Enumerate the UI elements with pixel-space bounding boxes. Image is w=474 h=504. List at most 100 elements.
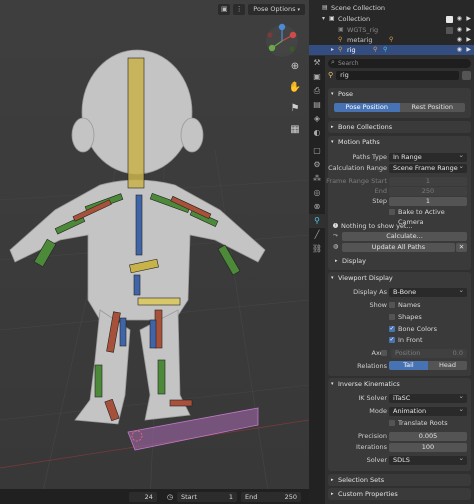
- right-column: ▤ Scene Collection ▾ ▣ Collection ◉ ▶ ▣ …: [309, 0, 474, 504]
- physics-tab-icon[interactable]: ◎: [309, 186, 325, 200]
- outliner-row-scene-collection[interactable]: ▤ Scene Collection: [309, 3, 474, 13]
- bone-constraint-tab-icon[interactable]: ⛓: [309, 242, 325, 256]
- output-tab-icon[interactable]: ⎙: [309, 84, 325, 98]
- constraints-tab-icon[interactable]: ⊗: [309, 200, 325, 214]
- end-frame-field[interactable]: End 250: [241, 491, 301, 502]
- outliner-row-metarig[interactable]: ⚲ metarig ⚲ ◉ ▶: [309, 35, 474, 45]
- scene-render: [0, 49, 309, 504]
- modifier-tab-icon[interactable]: ⚙: [309, 158, 325, 172]
- calc-range-label: Calculation Range: [328, 164, 387, 172]
- armature-name-field[interactable]: rig: [336, 70, 459, 80]
- camera-icon[interactable]: ▶: [466, 35, 471, 45]
- overlay-toggle-icon[interactable]: ▣: [218, 4, 231, 15]
- pose-options-dropdown[interactable]: Pose Options ▾: [248, 4, 305, 15]
- calculate-button[interactable]: Calculate...: [342, 232, 467, 241]
- start-value: 1: [228, 492, 233, 501]
- frame-range-start-field[interactable]: 1: [389, 176, 467, 186]
- start-frame-field[interactable]: Start 1: [177, 491, 237, 502]
- frame-range-end-label: End: [374, 187, 387, 195]
- particles-tab-icon[interactable]: ⁂: [309, 172, 325, 186]
- in-front-checkbox[interactable]: In Front: [389, 335, 423, 345]
- perspective-grid-icon[interactable]: ▦: [288, 123, 302, 137]
- viewport-display-header[interactable]: Viewport Display: [328, 272, 471, 284]
- 3d-viewport[interactable]: ▣ ⋮ Pose Options ▾ ⊕ ✋ ⚑ ▦ 24 ◷ Start 1 En…: [0, 0, 309, 504]
- frame-range-start-label: Frame Range Start: [326, 177, 387, 185]
- custom-properties-header[interactable]: Custom Properties: [328, 488, 471, 500]
- outliner-label: rig: [347, 46, 356, 54]
- frame-range-end-field[interactable]: 250: [389, 186, 467, 196]
- names-checkbox[interactable]: Names: [389, 300, 421, 310]
- bone-tab-icon[interactable]: ╱: [309, 228, 325, 242]
- pose-options-label: Pose Options: [253, 5, 296, 13]
- armature-data-icon: ⚲: [389, 36, 394, 43]
- pose-position-toggle: Pose Position Rest Position: [334, 103, 465, 112]
- selection-sets-header[interactable]: Selection Sets: [328, 474, 471, 486]
- paths-type-dropdown[interactable]: In Range: [389, 151, 467, 162]
- armature-icon: ⚲: [338, 46, 343, 53]
- solver-dropdown[interactable]: SDLS: [389, 454, 467, 465]
- motion-paths-header[interactable]: Motion Paths: [328, 136, 471, 148]
- expand-chevron-icon[interactable]: ▸: [331, 45, 334, 55]
- outliner-row-rig[interactable]: ▸ ⚲ rig ⚲ ⚲ ◉ ▶: [309, 45, 474, 55]
- eye-icon[interactable]: ◉: [457, 35, 462, 45]
- solver-label: Solver: [366, 456, 387, 464]
- rest-position-button[interactable]: Rest Position: [399, 103, 465, 112]
- paths-type-label: Paths Type: [352, 153, 387, 161]
- bake-to-camera-checkbox[interactable]: Bake to Active Camera: [389, 207, 471, 226]
- head-button[interactable]: Head: [428, 361, 467, 370]
- camera-icon[interactable]: ▶: [466, 14, 471, 24]
- pose-panel-header[interactable]: Pose: [328, 88, 471, 100]
- precision-field[interactable]: 0.005: [389, 431, 467, 441]
- ik-solver-dropdown[interactable]: iTaSC: [389, 392, 467, 403]
- render-tab-icon[interactable]: ▣: [309, 70, 325, 84]
- world-tab-icon[interactable]: ◐: [309, 126, 325, 140]
- calc-range-dropdown[interactable]: Scene Frame Range: [389, 162, 467, 173]
- motion-paths-display-subpanel[interactable]: Display: [328, 256, 471, 267]
- camera-icon[interactable]: ▶: [466, 45, 471, 55]
- bone-collections-header[interactable]: Bone Collections: [328, 121, 471, 133]
- xray-toggle-icon[interactable]: ⋮: [233, 4, 246, 15]
- clear-paths-icon[interactable]: ✕: [456, 243, 467, 252]
- translate-roots-checkbox[interactable]: Translate Roots: [389, 418, 448, 428]
- object-tab-icon[interactable]: ▢: [309, 144, 325, 158]
- eye-icon[interactable]: ◉: [457, 45, 462, 55]
- display-as-dropdown[interactable]: B-Bone: [389, 286, 467, 297]
- ik-header[interactable]: Inverse Kinematics: [328, 378, 471, 390]
- bone-colors-checkbox[interactable]: Bone Colors: [389, 324, 437, 334]
- tool-tab-icon[interactable]: ⚒: [309, 56, 325, 70]
- camera-view-icon[interactable]: ⚑: [288, 102, 302, 116]
- navigation-gizmo[interactable]: [262, 22, 304, 60]
- mode-dropdown[interactable]: Animation: [389, 405, 467, 416]
- tail-button[interactable]: Tail: [389, 361, 428, 370]
- eye-icon[interactable]: ◉: [457, 25, 462, 35]
- axes-checkbox[interactable]: [381, 348, 390, 358]
- view-layer-tab-icon[interactable]: ▤: [309, 98, 325, 112]
- clock-icon[interactable]: ◷: [167, 493, 173, 501]
- collection-checkbox[interactable]: [446, 15, 453, 23]
- axes-position-field[interactable]: Position 0.0: [391, 348, 467, 358]
- step-label: Step: [372, 197, 387, 205]
- collection-checkbox[interactable]: [446, 26, 453, 34]
- position-label: Position: [395, 348, 421, 357]
- precision-label: Precision: [357, 432, 387, 440]
- camera-icon[interactable]: ▶: [466, 25, 471, 35]
- outliner-row-collection[interactable]: ▾ ▣ Collection ◉ ▶: [309, 14, 474, 24]
- iterations-field[interactable]: 100: [389, 442, 467, 452]
- properties-search-input[interactable]: Search: [328, 58, 471, 68]
- shapes-checkbox[interactable]: Shapes: [389, 312, 422, 322]
- armature-data-tab-icon[interactable]: ⚲: [309, 214, 325, 228]
- pin-icon[interactable]: [462, 70, 471, 80]
- expand-chevron-icon[interactable]: ▾: [322, 14, 325, 24]
- scene-tab-icon[interactable]: ◈: [309, 112, 325, 126]
- pose-position-button[interactable]: Pose Position: [334, 103, 400, 112]
- outliner-label: Collection: [338, 15, 371, 23]
- update-all-paths-button[interactable]: Update All Paths: [342, 243, 455, 252]
- zoom-icon[interactable]: ⊕: [288, 60, 302, 74]
- eye-icon[interactable]: ◉: [457, 14, 462, 24]
- show-label: Show: [369, 301, 387, 309]
- current-frame-field[interactable]: 24: [128, 491, 157, 502]
- iterations-label: Iterations: [356, 443, 387, 451]
- hand-pan-icon[interactable]: ✋: [288, 81, 302, 95]
- outliner-row-wgts-rig[interactable]: ▣ WGTS_rig ◉ ▶: [309, 25, 474, 35]
- step-field[interactable]: 1: [389, 196, 467, 206]
